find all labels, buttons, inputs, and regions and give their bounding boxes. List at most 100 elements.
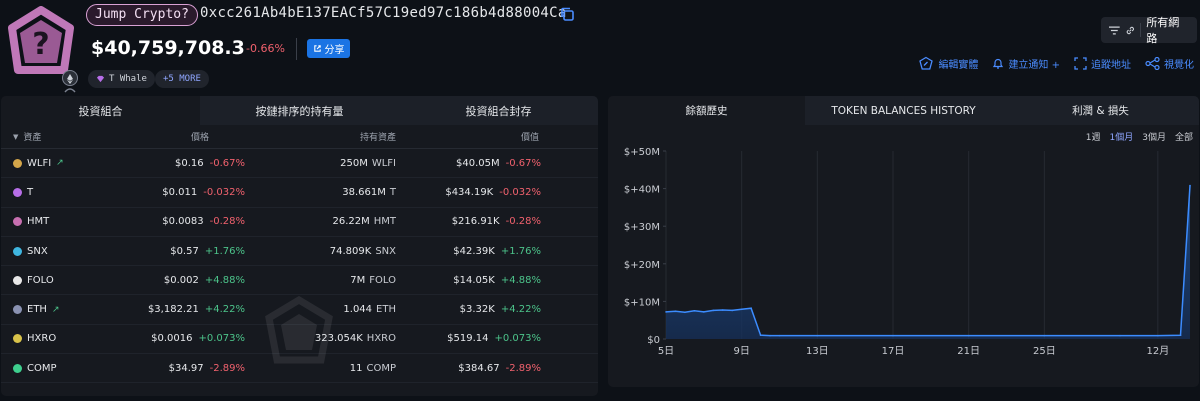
balance-history-panel: 餘額歷史 TOKEN BALANCES HISTORY 利潤 & 損失 1週 1…	[608, 96, 1199, 387]
tab-balance-history[interactable]: 餘額歷史	[608, 96, 805, 125]
price-cell: $0.0083 -0.28%	[111, 216, 251, 227]
x-tick-label: 5日	[658, 346, 674, 357]
token-icon	[13, 217, 22, 227]
y-tick-label: $+40M	[624, 185, 660, 196]
data-point	[693, 310, 696, 312]
watermark-logo	[265, 296, 333, 364]
data-point	[731, 309, 734, 312]
entity-label[interactable]: Jump Crypto?	[86, 4, 198, 26]
sort-icon: ▼	[13, 132, 19, 141]
price-change: +4.22%	[204, 304, 245, 316]
share-label: 分享	[324, 45, 345, 56]
data-point	[1157, 334, 1159, 337]
column-value[interactable]: 價值	[396, 130, 539, 143]
value-amount: $3.32K	[459, 304, 495, 316]
asset-symbol: HMT	[27, 216, 50, 228]
balance-area	[666, 185, 1190, 339]
data-point	[759, 334, 762, 337]
value-change: -0.28%	[505, 216, 541, 228]
tab-portfolio[interactable]: 投資組合	[1, 96, 200, 125]
asset-cell: ETH ↗	[1, 304, 111, 315]
holding-cell: 26.22M HMT	[251, 216, 396, 227]
data-point	[892, 334, 894, 337]
edit-entity-button[interactable]: 編輯實體	[918, 56, 978, 71]
table-row[interactable]: FOLO $0.002 +4.88% 7M FOLO $14.05K +4.88…	[1, 266, 598, 296]
wallet-address: 0xcc261Ab4bE137EACf57C19ed97c186b4d88004…	[200, 5, 567, 21]
price-change: -0.67%	[209, 157, 245, 169]
price-value: $0.011	[162, 186, 198, 198]
price-change: +4.88%	[204, 274, 245, 286]
token-icon	[13, 158, 22, 168]
portfolio-tabs: 投資組合 按鏈排序的持有量 投資組合封存	[1, 96, 598, 125]
ethereum-icon	[67, 74, 73, 84]
chain-indicator-icon	[64, 88, 76, 93]
value-amount: $42.39K	[453, 245, 495, 257]
x-tick-label: 17日	[882, 346, 905, 357]
holding-amount: 38.661M	[342, 186, 386, 198]
visualize-button[interactable]: 視覺化	[1145, 56, 1194, 71]
value-cell: $434.19K -0.032%	[396, 187, 541, 198]
price-value: $3,182.21	[147, 304, 199, 316]
y-tick-label: $+30M	[624, 222, 660, 233]
table-row[interactable]: SNX $0.57 +1.76% 74.809K SNX $42.39K +1.…	[1, 237, 598, 267]
value-cell: $3.32K +4.22%	[396, 304, 541, 315]
price-cell: $3,182.21 +4.22%	[111, 304, 251, 315]
price-cell: $34.97 -2.89%	[111, 363, 251, 374]
tab-token-balances-history[interactable]: TOKEN BALANCES HISTORY	[805, 96, 1002, 125]
tag-label: T Whale	[109, 74, 147, 84]
holding-amount: 26.22M	[332, 216, 370, 228]
holding-amount: 11	[349, 362, 363, 374]
price-value: $0.002	[163, 274, 199, 286]
token-icon	[13, 334, 22, 344]
asset-symbol: COMP	[27, 362, 57, 374]
holding-amount: 7M	[350, 274, 366, 286]
value-cell: $42.39K +1.76%	[396, 246, 541, 257]
trend-up-icon: ↗	[51, 304, 60, 315]
tab-profit-loss[interactable]: 利潤 & 損失	[1002, 96, 1199, 125]
value-cell: $40.05M -0.67%	[396, 158, 541, 169]
track-icon	[1074, 57, 1087, 70]
asset-cell: SNX	[1, 246, 111, 257]
share-button[interactable]: 分享	[307, 39, 350, 58]
column-asset[interactable]: ▼ 資產	[1, 130, 111, 144]
data-point	[750, 307, 752, 309]
create-alert-label: 建立通知 +	[1008, 60, 1060, 71]
x-tick-label: 25日	[1033, 346, 1056, 357]
holding-unit: ETH	[376, 304, 396, 316]
x-tick-label: 21日	[957, 346, 980, 357]
x-tick-label: 9日	[733, 346, 749, 357]
column-holdings[interactable]: 持有資產	[209, 130, 396, 143]
column-price[interactable]: 價格	[111, 130, 209, 143]
tab-portfolio-archive[interactable]: 投資組合封存	[399, 96, 598, 125]
tag-t-whale[interactable]: T Whale	[88, 70, 155, 88]
data-point	[712, 309, 715, 312]
table-row[interactable]: WLFI ↗ $0.16 -0.67% 250M WLFI $40.05M -0.…	[1, 149, 598, 179]
data-point	[778, 334, 781, 337]
trend-up-icon: ↗	[56, 158, 64, 169]
track-address-button[interactable]: 追蹤地址	[1074, 56, 1131, 71]
column-label: 資產	[23, 133, 42, 143]
data-point	[1179, 334, 1182, 337]
divider	[1140, 23, 1142, 37]
data-point	[703, 311, 705, 313]
holding-unit: WLFI	[371, 157, 396, 169]
asset-symbol: FOLO	[27, 274, 54, 286]
network-select[interactable]: 所有網路	[1101, 16, 1197, 45]
graph-icon	[1145, 57, 1160, 70]
copy-icon[interactable]	[559, 6, 575, 22]
asset-cell: FOLO	[1, 275, 111, 286]
visualize-label: 視覺化	[1164, 60, 1194, 71]
tab-holdings-by-chain[interactable]: 按鏈排序的持有量	[200, 96, 399, 125]
balance-history-chart[interactable]: $+50M $+40M $+30M $+20M $+10M $05日 9日 13日 17日 21日…	[608, 125, 1199, 387]
table-row[interactable]: T $0.011 -0.032% 38.661M T $434.19K -0.0…	[1, 178, 598, 208]
value-amount: $519.14	[447, 333, 489, 345]
create-alert-button[interactable]: 建立通知 +	[992, 56, 1060, 71]
asset-cell: WLFI ↗	[1, 158, 111, 169]
more-tags-button[interactable]: +5 MORE	[155, 70, 209, 88]
data-point	[1119, 334, 1121, 337]
table-row[interactable]: HMT $0.0083 -0.28% 26.22M HMT $216.91K -…	[1, 208, 598, 237]
token-icon	[13, 305, 22, 315]
holding-unit: HXRO	[366, 333, 396, 345]
divider	[296, 38, 297, 60]
price-cell: $0.002 +4.88%	[111, 275, 251, 286]
